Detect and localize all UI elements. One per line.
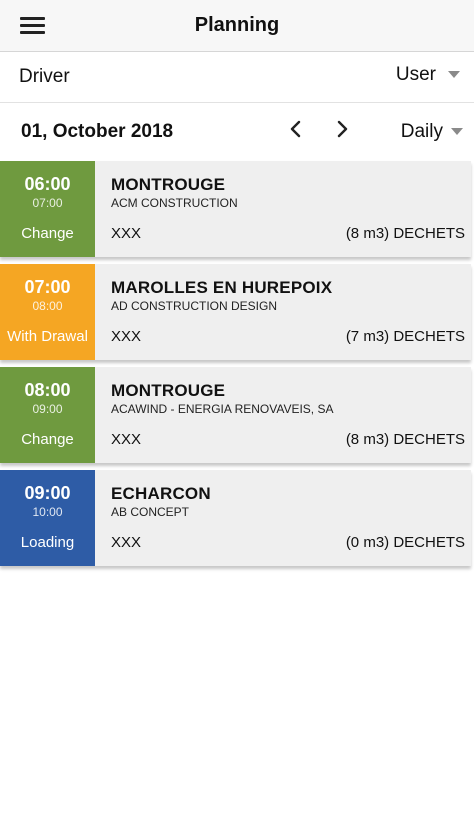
- job-info: MONTROUGE ACM CONSTRUCTION XXX (8 m3) DE…: [111, 161, 465, 257]
- end-time: 09:00: [32, 402, 63, 416]
- status-label: With Drawal: [7, 328, 88, 345]
- company-name: ACAWIND - ENERGIA RENOVAVEIS, SA: [111, 402, 334, 416]
- city-name: ECHARCON: [111, 484, 211, 503]
- waste-volume: (7 m3) DECHETS: [345, 328, 465, 345]
- schedule-card[interactable]: 08:00 09:00 Change MONTROUGE ACAWIND - E…: [0, 367, 471, 463]
- end-time: 10:00: [32, 505, 63, 519]
- time-status-block: 09:00 10:00 Loading: [0, 470, 95, 566]
- job-reference: XXX: [111, 534, 142, 551]
- end-time: 08:00: [32, 299, 63, 313]
- end-time: 07:00: [32, 196, 63, 210]
- waste-volume: (0 m3) DECHETS: [345, 534, 465, 551]
- job-reference: XXX: [111, 225, 142, 242]
- next-day-chevron-icon[interactable]: [331, 118, 353, 140]
- current-date: 01, October 2018: [21, 121, 174, 142]
- driver-label: Driver: [19, 66, 70, 87]
- city-name: MONTROUGE: [111, 175, 226, 194]
- date-bar: 01, October 2018 Daily: [0, 103, 474, 159]
- city-name: MAROLLES EN HUREPOIX: [111, 278, 333, 297]
- user-select-value: User: [395, 64, 436, 85]
- start-time: 08:00: [24, 380, 71, 400]
- time-status-block: 08:00 09:00 Change: [0, 367, 95, 463]
- city-name: MONTROUGE: [111, 381, 226, 400]
- start-time: 07:00: [24, 277, 71, 297]
- caret-down-icon: [451, 128, 463, 136]
- job-info: MAROLLES EN HUREPOIX AD CONSTRUCTION DES…: [111, 264, 465, 360]
- schedule-list: 06:00 07:00 Change MONTROUGE ACM CONSTRU…: [0, 161, 474, 573]
- start-time: 09:00: [24, 483, 71, 503]
- caret-down-icon: [448, 71, 460, 79]
- status-label: Loading: [20, 534, 75, 551]
- schedule-card[interactable]: 07:00 08:00 With Drawal MAROLLES EN HURE…: [0, 264, 471, 360]
- time-status-block: 06:00 07:00 Change: [0, 161, 95, 257]
- job-info: ECHARCON AB CONCEPT XXX (0 m3) DECHETS: [111, 470, 465, 566]
- status-label: Change: [21, 225, 74, 242]
- company-name: AB CONCEPT: [111, 505, 190, 519]
- time-status-block: 07:00 08:00 With Drawal: [0, 264, 95, 360]
- previous-day-chevron-icon[interactable]: [285, 118, 307, 140]
- company-name: ACM CONSTRUCTION: [111, 196, 238, 210]
- waste-volume: (8 m3) DECHETS: [345, 431, 465, 448]
- job-reference: XXX: [111, 431, 142, 448]
- nav-bar: Planning: [0, 0, 474, 52]
- period-select-dropdown[interactable]: Daily: [401, 121, 463, 143]
- start-time: 06:00: [24, 174, 71, 194]
- status-label: Change: [21, 431, 74, 448]
- period-select-value: Daily: [400, 121, 443, 142]
- company-name: AD CONSTRUCTION DESIGN: [111, 299, 278, 313]
- schedule-card[interactable]: 06:00 07:00 Change MONTROUGE ACM CONSTRU…: [0, 161, 471, 257]
- driver-filter-row: Driver User: [0, 52, 474, 103]
- user-select-dropdown[interactable]: User: [396, 64, 460, 86]
- waste-volume: (8 m3) DECHETS: [345, 225, 465, 242]
- page-title: Planning: [194, 14, 280, 36]
- job-info: MONTROUGE ACAWIND - ENERGIA RENOVAVEIS, …: [111, 367, 465, 463]
- schedule-card[interactable]: 09:00 10:00 Loading ECHARCON AB CONCEPT …: [0, 470, 471, 566]
- job-reference: XXX: [111, 328, 142, 345]
